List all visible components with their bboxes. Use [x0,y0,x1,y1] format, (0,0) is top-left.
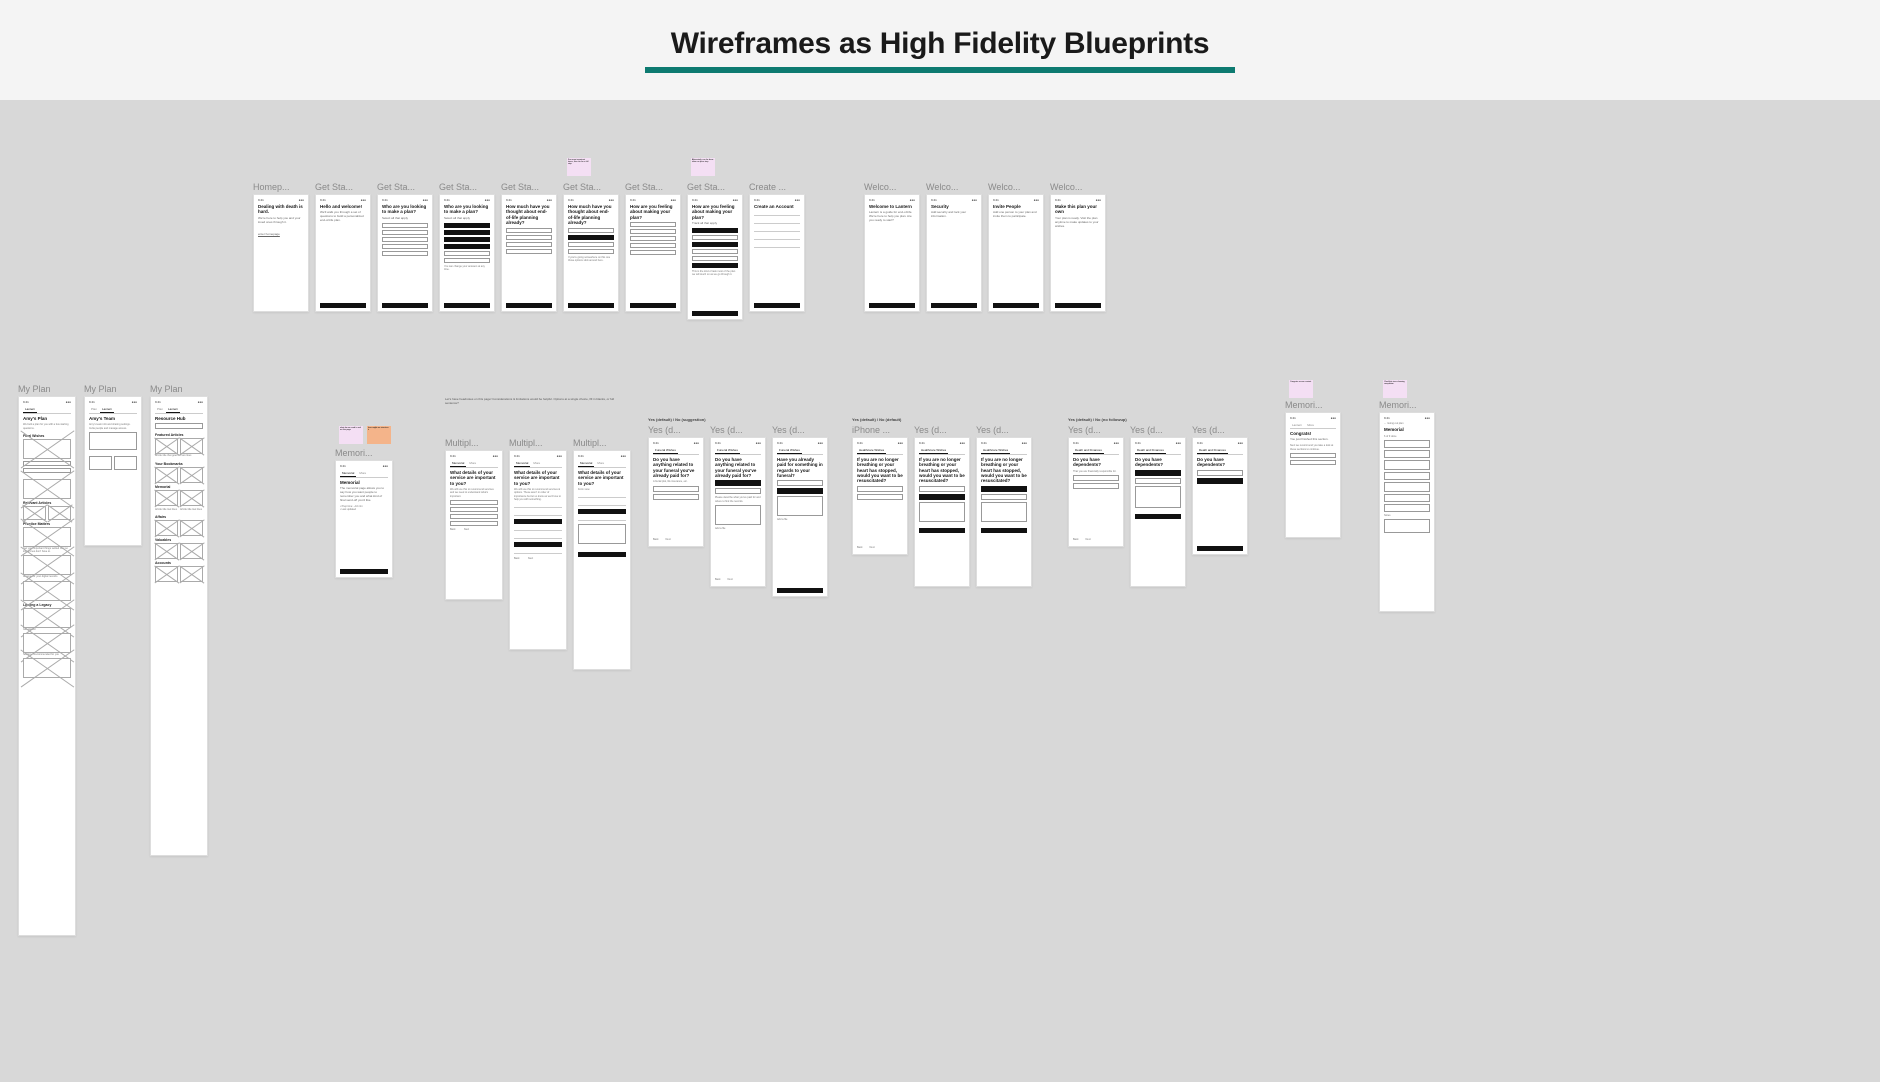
welcome-group: Welco... 9:41●●● Welcome to Lantern Lant… [864,182,1106,312]
myplan-group: My Plan 9:41●●● Lantern Amy's Plan We bu… [18,384,208,936]
sticky-note[interactable]: how might we structure it [367,426,391,444]
frame-thought-2[interactable]: For more important items, this can be a … [563,182,619,320]
frame-ync-1[interactable]: Yes (d... 9:41●●● Death and Finances Do … [1068,425,1124,587]
frame-welcome-3[interactable]: Welco... 9:41●●● Invite People Add one p… [988,182,1044,312]
frame-who-plan-1[interactable]: Get Sta... 9:41●●● Who are you looking t… [377,182,433,320]
frame-myplan-3[interactable]: My Plan 9:41●●● PlanLantern Resource Hub… [150,384,208,936]
frame-create-account[interactable]: Create ... 9:41●●● Create an Account [749,182,805,320]
yesno-group-b: Yes (default) / No (default) iPhone ... … [852,418,1032,587]
yesno-group-a: Yes (default) / No (suggestion) Yes (d..… [648,418,828,597]
sticky-note[interactable]: Congrats screen variant [1289,380,1313,398]
onboarding-group: Homep... 9:41●●● Dealing with death is h… [253,182,805,320]
frame-ynb-2[interactable]: Yes (d... 9:41●●● Healthcare Wishes If y… [914,425,970,587]
option[interactable] [382,223,428,228]
frame-who-plan-2[interactable]: Get Sta... 9:41●●● Who are you looking t… [439,182,495,320]
group-annotation: Yes (default) / No (no followup) [1068,418,1248,423]
sticky-note[interactable]: what do we need to ask on this page [339,426,363,444]
frame-yna-2[interactable]: Yes (d... 9:41●●● Funeral Wishes Do you … [710,425,766,597]
frame-welcome-2[interactable]: Welco... 9:41●●● Security Add security a… [926,182,982,312]
sticky-note[interactable]: Alternately, can be done inline on prior… [691,158,715,176]
yesno-group-c: Yes (default) / No (no followup) Yes (d.… [1068,418,1248,587]
frame-welcome-intro[interactable]: Get Sta... 9:41●●● Hello and welcome! We… [315,182,371,320]
frame-multiple-3[interactable]: Multipl... 9:41●●● MemorialMore What det… [573,438,631,670]
group-annotation: Yes (default) / No (default) [852,418,1032,423]
frame-welcome-1[interactable]: Welco... 9:41●●● Welcome to Lantern Lant… [864,182,920,312]
frame-ynb-1[interactable]: iPhone ... 9:41●●● Healthcare Wishes If … [852,425,908,587]
frame-myplan-1[interactable]: My Plan 9:41●●● Lantern Amy's Plan We bu… [18,384,76,936]
group-annotation: Yes (default) / No (suggestion) [648,418,828,423]
frame-feeling-2[interactable]: Alternately, can be done inline on prior… [687,182,743,320]
input-field[interactable] [754,211,800,216]
header-band: Wireframes as High Fidelity Blueprints [0,0,1880,100]
frame-label: Homep... [253,182,309,192]
image-placeholder [23,439,71,459]
memorial2-group: Congrats screen variant Memori... 9:41●●… [1285,400,1435,612]
sticky-note[interactable]: Checklist view showing completion [1383,380,1407,398]
frame-welcome-4[interactable]: Welco... 9:41●●● Make this plan your own… [1050,182,1106,312]
page-title: Wireframes as High Fidelity Blueprints [671,27,1209,61]
canvas[interactable]: Homep... 9:41●●● Dealing with death is h… [0,100,1880,1082]
frame-myplan-2[interactable]: My Plan 9:41●●● PlanLantern Amy's Team A… [84,384,142,936]
frame-ync-2[interactable]: Yes (d... 9:41●●● Death and Finances Do … [1130,425,1186,587]
frame-thought-1[interactable]: Get Sta... 9:41●●● How much have you tho… [501,182,557,320]
frame-multiple-2[interactable]: Multipl... 9:41●●● MemorialMore What det… [509,438,567,650]
frame-ync-3[interactable]: Yes (d... 9:41●●● Death and Finances Do … [1192,425,1248,587]
title-underline [645,67,1235,73]
frame-feeling-1[interactable]: Get Sta... 9:41●●● How are you feeling a… [625,182,681,320]
frame-multiple-1[interactable]: Let's have headnotes on this page! Consi… [445,412,503,600]
frame-memorial-checklist[interactable]: Checklist view showing completion Memori… [1379,400,1435,612]
annotation: Let's have headnotes on this page! Consi… [445,398,625,405]
frame-ynb-3[interactable]: Yes (d... 9:41●●● Healthcare Wishes If y… [976,425,1032,587]
next-button[interactable] [320,303,366,308]
frame-yna-1[interactable]: Yes (d... 9:41●●● Funeral Wishes Do you … [648,425,704,597]
frame-yna-3[interactable]: Yes (d... 9:41●●● Funeral Wishes Have yo… [772,425,828,597]
frame-homepage[interactable]: Homep... 9:41●●● Dealing with death is h… [253,182,309,320]
frame-congrats[interactable]: Congrats screen variant Memori... 9:41●●… [1285,400,1341,612]
memorial-group: what do we need to ask on this page how … [335,412,631,670]
frame-memorial-intro[interactable]: what do we need to ask on this page how … [335,432,393,578]
sticky-note[interactable]: For more important items, this can be a … [567,158,591,176]
search-input[interactable] [155,423,203,429]
